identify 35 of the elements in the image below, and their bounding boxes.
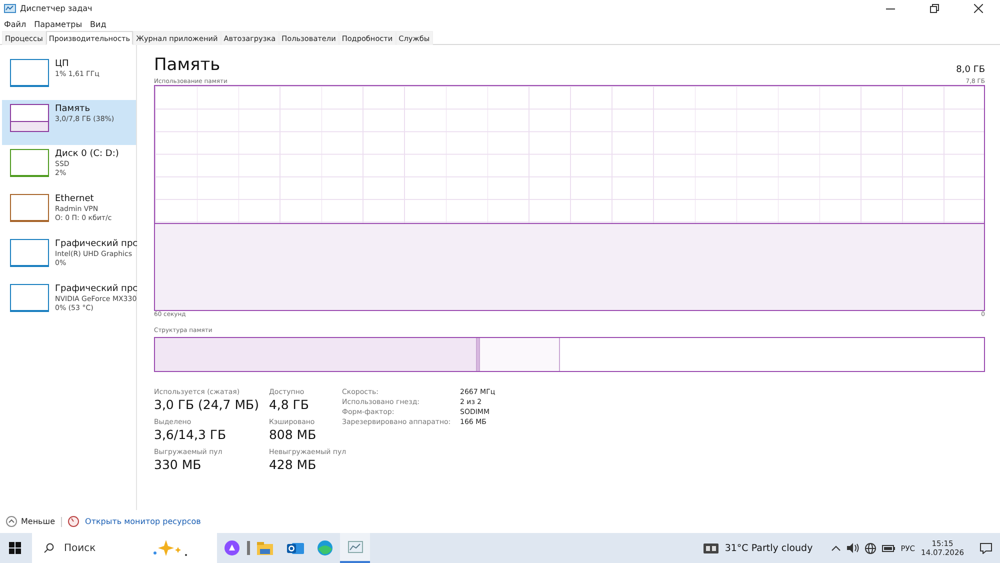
- device-title: Графический прс: [55, 239, 136, 249]
- stat-value: 428 МБ: [268, 457, 318, 472]
- fewer-details-button[interactable]: Меньше: [6, 516, 56, 527]
- close-icon: [974, 4, 982, 13]
- device-title: Графический прс: [55, 284, 136, 294]
- weather-icon: [702, 542, 719, 554]
- device-title: Ethernet: [55, 194, 95, 204]
- device-title: Диск 0 (C: D:): [55, 149, 119, 159]
- chevron-up-icon: [6, 516, 17, 527]
- stat-value: 330 МБ: [154, 457, 202, 472]
- device-title: Память: [55, 104, 92, 114]
- search-field[interactable]: Поиск: [62, 542, 142, 554]
- notifications-icon[interactable]: [980, 542, 992, 554]
- stat-value: 808 МБ: [268, 427, 318, 442]
- menu-item[interactable]: Параметры: [34, 20, 82, 28]
- stat-value: 3,0 ГБ (24,7 МБ): [154, 397, 259, 412]
- windows-icon: [9, 542, 21, 554]
- restore-icon: [930, 4, 938, 13]
- menu-item[interactable]: Вид: [90, 20, 106, 28]
- battery-icon[interactable]: [882, 544, 895, 552]
- speaker-icon[interactable]: [846, 543, 859, 553]
- window-title: Диспетчер задач: [20, 4, 92, 13]
- stat-value: 3,6/14,3 ГБ: [154, 427, 228, 442]
- weather-text: 31°C Partly cloudy: [724, 542, 813, 554]
- resource-monitor-link[interactable]: Открыть монитор ресурсов: [85, 517, 201, 526]
- app-icon: [4, 4, 16, 14]
- search-icon: [44, 543, 54, 553]
- globe-icon[interactable]: [864, 542, 876, 554]
- section-title: Память: [154, 55, 220, 75]
- menu-item[interactable]: Файл: [4, 20, 26, 28]
- total-memory: 8,0 ГБ: [956, 65, 985, 75]
- device-title: ЦП: [55, 59, 70, 69]
- resource-monitor-icon: [68, 516, 80, 527]
- chevron-up-icon[interactable]: [830, 545, 841, 551]
- task-manager-taskbar-icon[interactable]: [340, 533, 370, 563]
